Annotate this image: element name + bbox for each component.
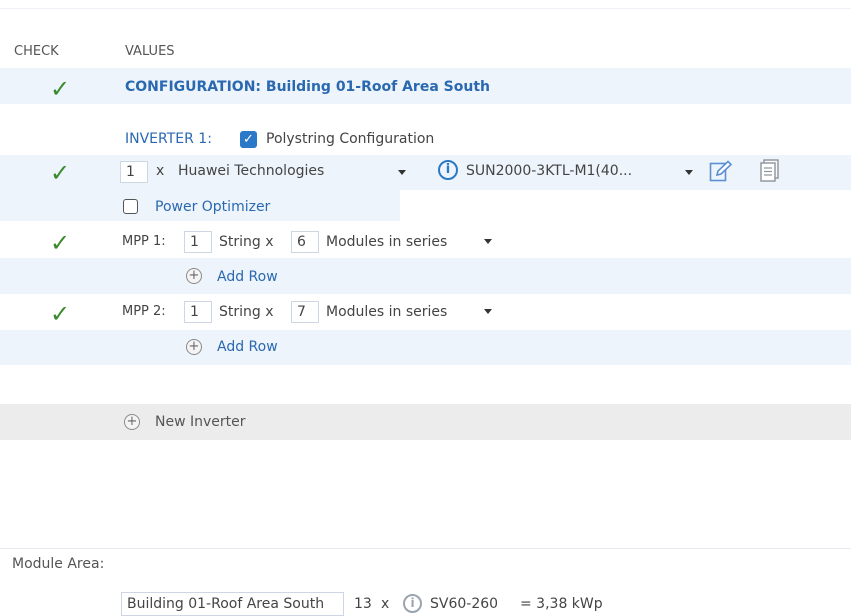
check-icon: ✓: [50, 300, 71, 328]
mpp1-add-row-button[interactable]: Add Row: [217, 267, 278, 287]
chevron-down-icon[interactable]: [685, 170, 693, 175]
chevron-down-icon[interactable]: [484, 239, 492, 244]
new-inverter-button[interactable]: New Inverter: [155, 412, 246, 432]
mpp1-strings-input[interactable]: 1: [184, 231, 212, 253]
module-count: 13: [354, 596, 372, 612]
module-area-result: = 3,38 kWp: [520, 596, 603, 612]
string-x-label: String x: [219, 304, 274, 320]
mpp1-modules-input[interactable]: 6: [291, 231, 319, 253]
module-area-name-field[interactable]: Building 01-Roof Area South: [121, 592, 344, 616]
check-icon: ✓: [50, 75, 71, 103]
check-icon: ✓: [50, 159, 71, 187]
top-divider: [0, 0, 851, 9]
inverter-quantity-input[interactable]: 1: [120, 161, 148, 183]
string-x-label: String x: [219, 234, 274, 250]
info-icon[interactable]: i: [438, 160, 458, 180]
check-column-header: CHECK: [14, 44, 59, 59]
configuration-title: CONFIGURATION: Building 01-Roof Area Sou…: [125, 79, 490, 95]
mpp2-addrow-band: [0, 330, 851, 365]
mpp2-strings-input[interactable]: 1: [184, 301, 212, 323]
inverter-model-select[interactable]: SUN2000-3KTL-M1(40...: [466, 161, 632, 181]
plus-circle-icon[interactable]: +: [186, 268, 202, 284]
polystring-checkbox[interactable]: ✓: [240, 131, 257, 148]
inverter-label: INVERTER 1:: [125, 131, 212, 147]
module-area-label: Module Area:: [12, 556, 105, 572]
copy-icon[interactable]: [760, 159, 780, 183]
module-type: SV60-260: [430, 596, 499, 612]
times-label: x: [156, 163, 165, 179]
chevron-down-icon[interactable]: [484, 309, 492, 314]
info-icon[interactable]: i: [403, 594, 422, 613]
manufacturer-select[interactable]: Huawei Technologies: [178, 161, 324, 181]
mpp2-modules-input[interactable]: 7: [291, 301, 319, 323]
mpp2-series-select[interactable]: Modules in series: [326, 302, 447, 322]
edit-icon[interactable]: [709, 160, 733, 182]
module-area-divider: [0, 548, 851, 549]
mpp1-addrow-band: [0, 258, 851, 294]
mpp2-add-row-button[interactable]: Add Row: [217, 337, 278, 357]
polystring-label: Polystring Configuration: [266, 131, 435, 147]
mpp1-label: MPP 1:: [122, 234, 166, 249]
power-optimizer-label: Power Optimizer: [155, 199, 271, 215]
check-icon: ✓: [50, 229, 71, 257]
values-column-header: VALUES: [125, 44, 175, 59]
chevron-down-icon[interactable]: [398, 170, 406, 175]
mpp1-series-select[interactable]: Modules in series: [326, 232, 447, 252]
mpp2-label: MPP 2:: [122, 304, 166, 319]
plus-circle-icon[interactable]: +: [186, 339, 202, 355]
power-optimizer-checkbox[interactable]: [123, 199, 138, 214]
module-times-label: x: [381, 596, 390, 612]
plus-circle-icon[interactable]: +: [124, 414, 140, 430]
